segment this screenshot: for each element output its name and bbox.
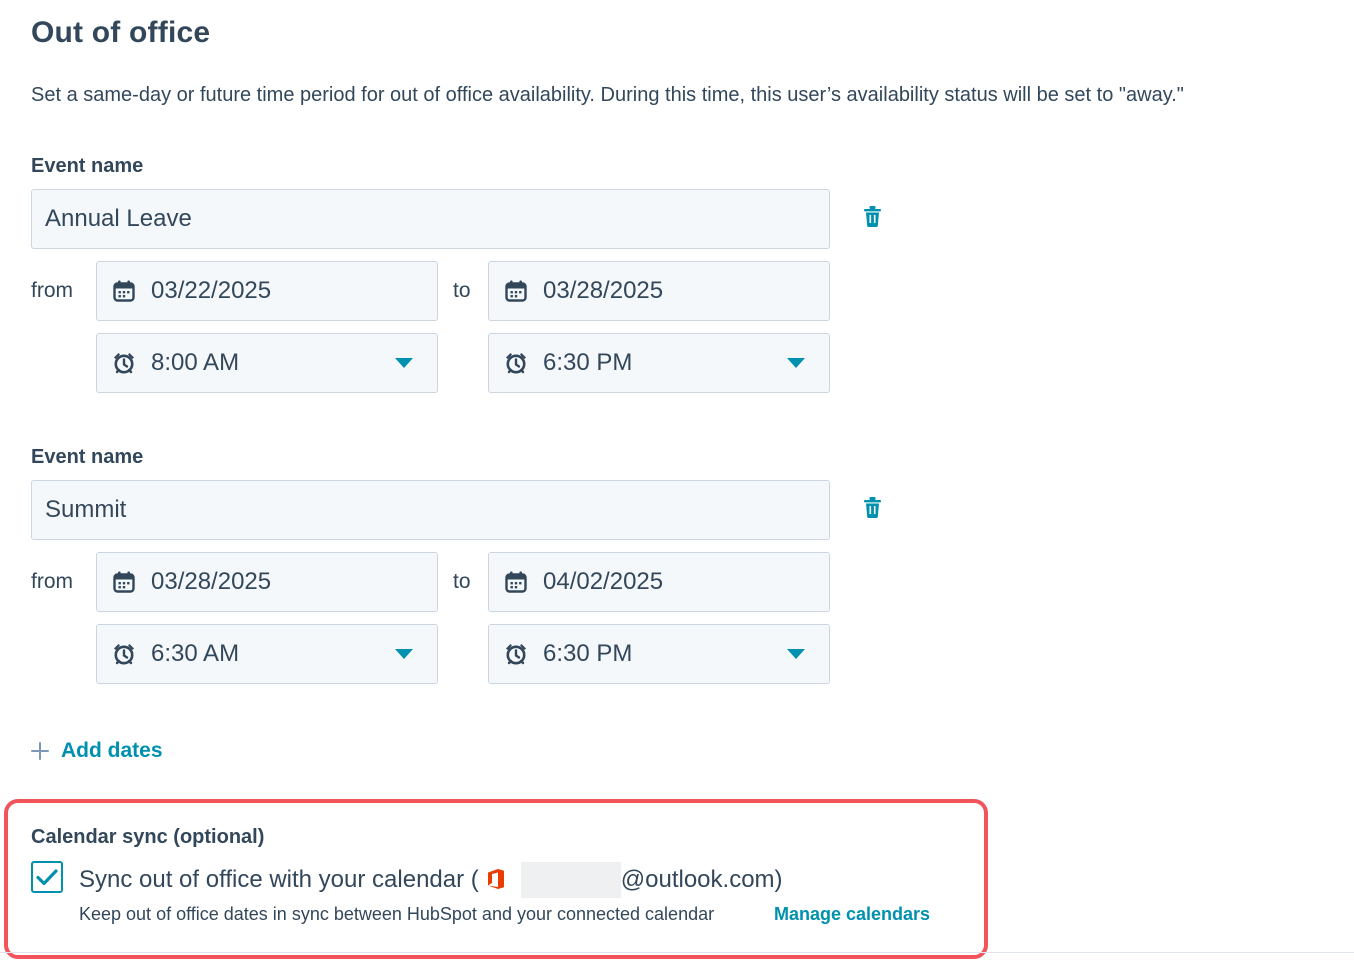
sync-help-text: Keep out of office dates in sync between…	[79, 904, 715, 924]
manage-calendars-link[interactable]: Manage calendars	[774, 904, 930, 925]
divider	[0, 952, 1354, 953]
add-dates-button[interactable]: Add dates	[31, 737, 163, 765]
alarm-clock-icon	[111, 641, 137, 667]
end-date-input[interactable]: 03/28/2025	[488, 261, 830, 321]
to-label: to	[453, 279, 471, 302]
end-date-value: 03/28/2025	[543, 277, 664, 304]
start-date-input[interactable]: 03/22/2025	[96, 261, 438, 321]
event-name-label: Event name	[31, 155, 144, 177]
end-time-value: 6:30 PM	[543, 640, 633, 667]
end-time-value: 6:30 PM	[543, 349, 633, 376]
trash-icon[interactable]	[862, 204, 882, 228]
caret-down-icon	[395, 358, 413, 368]
caret-down-icon	[787, 358, 805, 368]
start-time-value: 8:00 AM	[151, 349, 240, 376]
event-name-label: Event name	[31, 446, 144, 468]
calendar-sync-title: Calendar sync (optional)	[31, 826, 265, 848]
event-name-input[interactable]: Summit	[31, 480, 830, 540]
alarm-clock-icon	[503, 641, 529, 667]
sync-calendar-label: Sync out of office with your calendar ( …	[79, 862, 783, 898]
end-date-input[interactable]: 04/02/2025	[488, 552, 830, 612]
end-time-select[interactable]: 6:30 PM	[488, 624, 830, 684]
start-time-select[interactable]: 8:00 AM	[96, 333, 438, 393]
event-name-value: Annual Leave	[45, 205, 192, 232]
page-description: Set a same-day or future time period for…	[31, 84, 1184, 106]
trash-icon[interactable]	[862, 495, 882, 519]
calendar-icon	[111, 569, 137, 595]
office-icon	[487, 868, 509, 892]
email-suffix: @outlook.com)	[620, 866, 783, 893]
from-label: from	[31, 570, 73, 593]
start-date-value: 03/28/2025	[151, 568, 272, 595]
add-dates-label: Add dates	[61, 739, 163, 762]
start-time-value: 6:30 AM	[151, 640, 240, 667]
alarm-clock-icon	[111, 350, 137, 376]
event-name-input[interactable]: Annual Leave	[31, 189, 830, 249]
start-date-input[interactable]: 03/28/2025	[96, 552, 438, 612]
to-label: to	[453, 570, 471, 593]
alarm-clock-icon	[503, 350, 529, 376]
calendar-icon	[503, 278, 529, 304]
check-icon	[36, 869, 58, 886]
start-date-value: 03/22/2025	[151, 277, 272, 304]
calendar-icon	[111, 278, 137, 304]
page-title: Out of office	[31, 16, 211, 49]
end-date-value: 04/02/2025	[543, 568, 664, 595]
event-name-value: Summit	[45, 496, 127, 523]
caret-down-icon	[395, 649, 413, 659]
calendar-icon	[503, 569, 529, 595]
plus-icon	[31, 737, 49, 765]
from-label: from	[31, 279, 73, 302]
sync-label-text: Sync out of office with your calendar (	[79, 866, 479, 893]
caret-down-icon	[787, 649, 805, 659]
redacted-email	[520, 862, 621, 898]
start-time-select[interactable]: 6:30 AM	[96, 624, 438, 684]
sync-calendar-checkbox[interactable]	[31, 861, 63, 893]
end-time-select[interactable]: 6:30 PM	[488, 333, 830, 393]
